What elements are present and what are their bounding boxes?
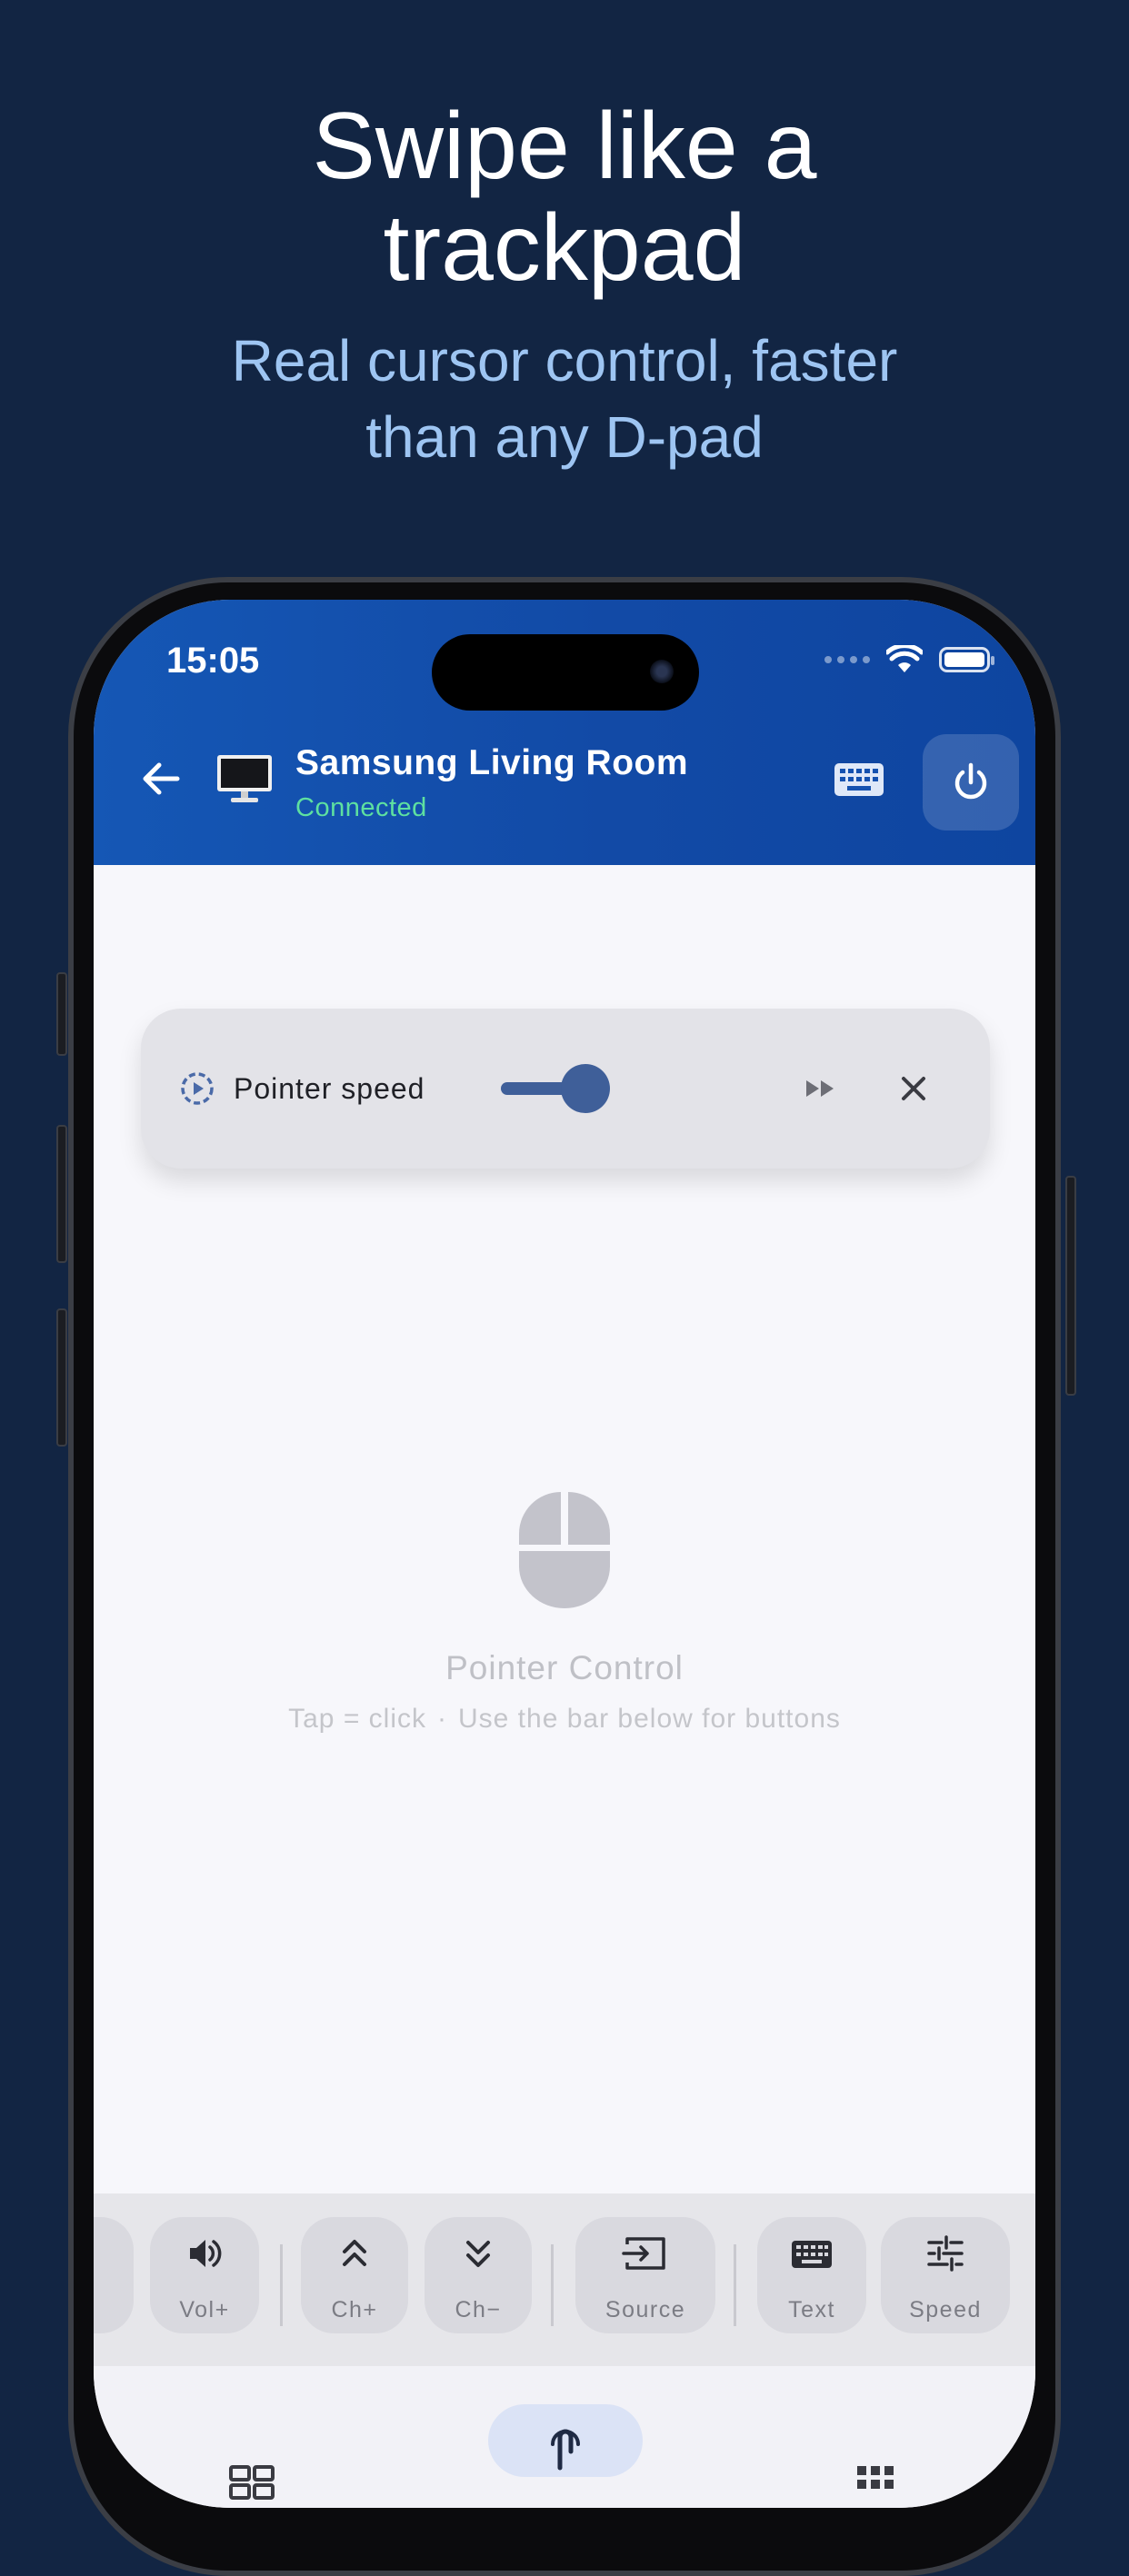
input-source-icon	[622, 2237, 665, 2270]
channel-down-label: Ch−	[455, 2297, 502, 2322]
text-input-button[interactable]: Text	[757, 2217, 866, 2333]
speed-button[interactable]: Speed	[881, 2217, 1010, 2333]
tv-icon	[217, 755, 272, 802]
keyboard-icon	[792, 2241, 832, 2268]
source-label: Source	[604, 2297, 686, 2322]
battery-icon	[939, 647, 994, 672]
back-arrow-icon[interactable]	[130, 747, 194, 811]
status-icons	[824, 645, 994, 674]
headline-line-1: Swipe like a	[312, 94, 817, 199]
chevron-double-down-icon	[466, 2241, 490, 2267]
nav-keypad-icon[interactable]	[854, 2462, 897, 2506]
wifi-icon	[886, 645, 923, 672]
signal-icon	[824, 656, 870, 663]
vol-up-button[interactable]: Vol+	[150, 2217, 259, 2333]
subline-line-1: Real cursor control, faster	[231, 328, 898, 393]
nav-grid-icon[interactable]	[228, 2464, 275, 2501]
dynamic-island	[432, 634, 699, 711]
vol-up-label: Vol+	[179, 2297, 230, 2322]
camera-icon	[650, 660, 674, 683]
status-time: 15:05	[166, 641, 260, 681]
touch-pointer-icon	[551, 2429, 580, 2471]
hint-tap-click: Tap = click	[288, 1704, 426, 1734]
phone-volume-down-button	[56, 1308, 67, 1447]
headline-line-2: trackpad	[383, 195, 746, 301]
power-icon	[954, 762, 987, 800]
toolbar-divider	[734, 2244, 736, 2326]
phone-side-button	[1065, 1176, 1076, 1396]
channel-up-label: Ch+	[331, 2297, 378, 2322]
toolbar-divider	[551, 2244, 554, 2326]
text-label: Text	[788, 2297, 835, 2322]
sliders-icon	[927, 2235, 964, 2272]
marketing-headline: Swipe like a trackpad	[0, 95, 1129, 299]
chevron-double-up-icon	[343, 2240, 366, 2266]
bottom-navigation	[94, 2366, 1035, 2508]
toolbar-divider	[280, 2244, 283, 2326]
volume-up-icon	[190, 2240, 222, 2267]
source-button[interactable]: Source	[575, 2217, 715, 2333]
connection-status: Connected	[295, 793, 427, 822]
phone-screen: 15:05 Samsung Living Room Connected Poin…	[94, 600, 1035, 2508]
app-bar: 15:05 Samsung Living Room Connected	[94, 600, 1035, 865]
pointer-control-hint: Tap = click · Use the bar below for button…	[94, 1704, 1035, 1735]
speed-label: Speed	[909, 2297, 982, 2322]
toolbar-button-partial[interactable]	[94, 2217, 134, 2333]
subline-line-2: than any D-pad	[365, 404, 764, 470]
channel-up-button[interactable]: Ch+	[301, 2217, 408, 2333]
remote-button-bar: Vol+ Ch+ Ch− Source Text Speed	[94, 2193, 1035, 2375]
power-button[interactable]	[923, 734, 1019, 830]
nav-pointer-tab[interactable]	[488, 2404, 643, 2477]
hint-separator: ·	[437, 1704, 447, 1734]
pointer-control-title: Pointer Control	[445, 1649, 684, 1686]
phone-volume-up-button	[56, 1125, 67, 1263]
keyboard-icon[interactable]	[832, 754, 886, 805]
mouse-icon	[519, 1492, 610, 1608]
hint-use-bar: Use the bar below for buttons	[458, 1704, 841, 1734]
phone-action-button	[56, 972, 67, 1056]
device-name: Samsung Living Room	[295, 743, 689, 782]
marketing-subline: Real cursor control, faster than any D-p…	[0, 323, 1129, 475]
channel-down-button[interactable]: Ch−	[425, 2217, 532, 2333]
